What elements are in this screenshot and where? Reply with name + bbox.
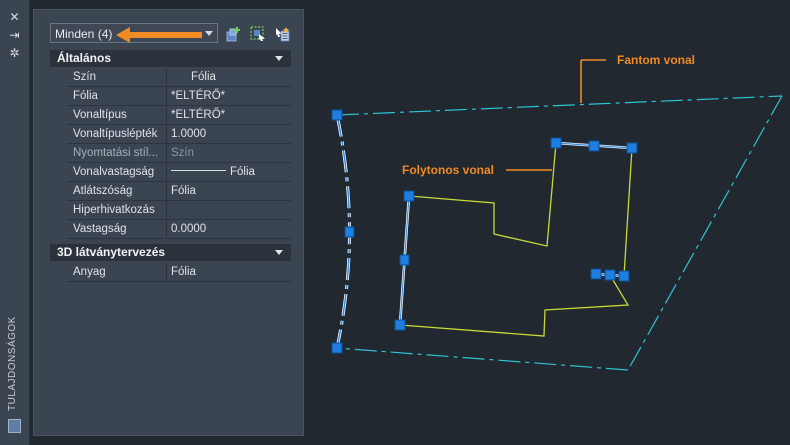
property-value: Szín [171, 147, 195, 159]
property-label: Szín [73, 71, 97, 83]
palette-title-bar: ✕ ⇥ ✲ TULAJDONSÁGOK [0, 0, 30, 445]
property-value[interactable]: Fólia [191, 71, 216, 83]
grip-handle [626, 142, 638, 154]
property-row-plot-style[interactable]: Nyomtatási stíl... Szín [67, 144, 291, 163]
properties-palette-icon[interactable] [8, 419, 21, 433]
quick-select-icon[interactable] [274, 26, 290, 42]
property-row-linetype-scale[interactable]: Vonaltípuslépték 1.0000 [67, 125, 291, 144]
property-label: Átlátszóság [73, 185, 133, 197]
property-value[interactable]: Fólia [171, 185, 196, 197]
grip-handle [588, 140, 600, 152]
toggle-pickadd-icon[interactable] [226, 26, 242, 42]
property-label: Vonalvastagság [73, 166, 155, 178]
property-value[interactable]: 1.0000 [171, 128, 206, 140]
property-value[interactable]: 0.0000 [171, 223, 206, 235]
chevron-down-icon[interactable] [275, 56, 283, 61]
property-row-lineweight[interactable]: Vonalvastagság Fólia [67, 163, 291, 182]
property-label: Fólia [73, 90, 98, 102]
property-value[interactable]: *ELTÉRŐ* [171, 109, 225, 121]
grip-handle [618, 270, 630, 282]
section-title: Általános [57, 51, 112, 65]
grip-handle [344, 226, 355, 238]
section-header-3d-visualization[interactable]: 3D látványtervezés [50, 244, 291, 261]
section-header-general[interactable]: Általános [50, 50, 291, 67]
property-label: Nyomtatási stíl... [73, 147, 158, 159]
property-row-transparency[interactable]: Átlátszóság Fólia [67, 182, 291, 201]
grip-handle [331, 342, 343, 354]
grip-handle [590, 268, 602, 280]
property-label: Vastagság [73, 223, 127, 235]
property-row-color[interactable]: Szín Fólia [67, 68, 291, 87]
grip-handle [403, 190, 415, 202]
chevron-down-icon[interactable] [275, 250, 283, 255]
property-label: Hiperhivatkozás [73, 204, 155, 216]
property-label: Vonaltípuslépték [73, 128, 158, 140]
grip-handle [604, 269, 616, 281]
continuous-line-annotation: Folytonos vonal [402, 163, 495, 177]
property-value[interactable]: Fólia [171, 166, 255, 178]
settings-icon[interactable]: ✲ [8, 47, 21, 60]
close-icon[interactable]: ✕ [8, 11, 21, 24]
grip-handle [399, 254, 410, 266]
annotation-leaders [506, 59, 606, 171]
phantom-line-annotation: Fantom vonal [617, 53, 696, 67]
property-label: Vonaltípus [73, 109, 127, 121]
property-value[interactable]: Fólia [171, 266, 196, 278]
property-row-layer[interactable]: Fólia *ELTÉRŐ* [67, 87, 291, 106]
property-row-linetype[interactable]: Vonaltípus *ELTÉRŐ* [67, 106, 291, 125]
select-objects-icon[interactable] [250, 26, 266, 42]
property-value[interactable]: *ELTÉRŐ* [171, 90, 225, 102]
section-title: 3D látványtervezés [57, 245, 166, 259]
grip-handle [331, 109, 343, 121]
property-row-material[interactable]: Anyag Fólia [67, 263, 291, 282]
grip-handle [550, 137, 562, 149]
property-row-thickness[interactable]: Vastagság 0.0000 [67, 220, 291, 239]
grip-handle [394, 319, 406, 331]
lineweight-swatch [171, 170, 226, 172]
selection-label: Minden (4) [55, 27, 113, 41]
property-row-hyperlink[interactable]: Hiperhivatkozás [67, 201, 291, 220]
lineweight-text: Fólia [230, 166, 255, 178]
arrow-annotation [116, 27, 202, 43]
auto-hide-icon[interactable]: ⇥ [8, 29, 21, 42]
property-label: Anyag [73, 266, 106, 278]
palette-title: TULAJDONSÁGOK [7, 316, 18, 411]
grip-handles[interactable] [331, 109, 638, 354]
